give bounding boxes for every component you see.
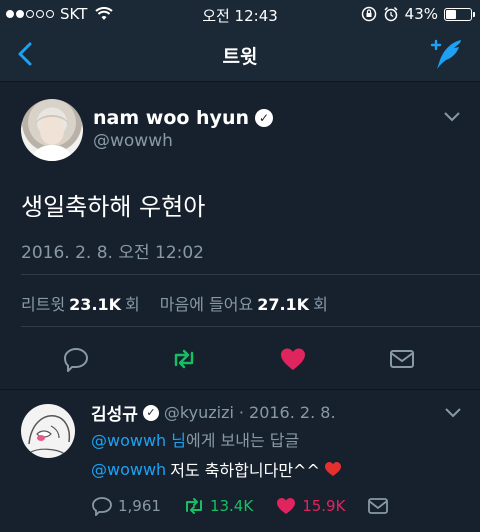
retweet-icon[interactable] [170, 345, 198, 373]
like-count[interactable]: 27.1K [257, 295, 309, 314]
status-right: 43% [361, 5, 475, 23]
tweet-stats: 리트윗 23.1K 회 마음에 들어요 27.1K 회 [21, 291, 328, 315]
avatar[interactable] [21, 99, 83, 161]
message-action[interactable] [367, 496, 389, 516]
reply-tweet[interactable]: 김성규 ✓ @kyuzizi · 2016. 2. 8. @wowwh 님에게 … [0, 390, 480, 532]
compose-tweet-icon[interactable] [428, 36, 464, 72]
chevron-down-icon[interactable] [444, 406, 462, 418]
reply-to-name-suffix: 님 [171, 431, 187, 450]
divider [21, 274, 480, 275]
reply-actions: 1,961 13.4K 15.9K [91, 495, 411, 517]
tweet-text: 생일축하해 우현아 [21, 193, 206, 221]
reply-date: 2016. 2. 8. [249, 403, 336, 422]
battery-percent: 43% [404, 5, 438, 23]
direct-message-icon[interactable] [367, 496, 389, 516]
reply-to-handle[interactable]: @wowwh [91, 431, 166, 450]
chevron-down-icon[interactable] [442, 109, 462, 123]
reply-icon[interactable] [62, 345, 90, 373]
reply-author-handle[interactable]: @kyuzizi [164, 403, 234, 422]
retweet-label[interactable]: 리트윗 [21, 291, 65, 315]
like-heart-icon[interactable] [279, 345, 307, 373]
author-name[interactable]: nam woo hyun [93, 107, 249, 129]
alarm-icon [384, 6, 398, 22]
main-tweet: nam woo hyun ✓ @wowwh 생일축하해 우현아 2016. 2.… [0, 83, 480, 389]
tweet-actions [0, 345, 480, 373]
navigation-bar: 트윗 [0, 28, 480, 82]
author-name-row: nam woo hyun ✓ [93, 107, 273, 129]
reply-count: 1,961 [118, 497, 161, 515]
reply-author-name[interactable]: 김성규 [91, 400, 138, 425]
verified-badge-icon: ✓ [142, 404, 159, 421]
divider [21, 326, 480, 327]
retweet-icon[interactable] [183, 496, 205, 516]
reply-icon[interactable] [91, 496, 113, 516]
rotation-lock-icon [361, 6, 376, 22]
like-action[interactable]: 15.9K [275, 496, 345, 516]
retweet-count-suffix: 회 [125, 295, 140, 314]
like-count: 15.9K [302, 497, 346, 515]
status-bar: SKT 오전 12:43 43% [0, 0, 480, 28]
like-count-suffix: 회 [313, 295, 328, 314]
profile-photo-icon [31, 115, 73, 161]
retweet-action[interactable]: 13.4K [183, 496, 253, 516]
verified-badge-icon: ✓ [255, 109, 273, 127]
mention-link[interactable]: @wowwh [91, 460, 166, 479]
like-heart-icon[interactable] [275, 496, 297, 516]
avatar[interactable] [21, 404, 75, 458]
meta-separator: · [238, 403, 245, 422]
illustrated-avatar-icon [28, 415, 71, 455]
reply-header: 김성규 ✓ @kyuzizi · 2016. 2. 8. [91, 400, 336, 425]
battery-icon [444, 7, 475, 21]
retweet-count[interactable]: 23.1K [69, 295, 121, 314]
tweet-timestamp: 2016. 2. 8. 오전 12:02 [21, 243, 204, 263]
battery-level [446, 9, 457, 19]
reply-to-label: 에게 보내는 답글 [186, 431, 300, 450]
page-title: 트윗 [222, 46, 258, 68]
reply-text: 저도 축하합니다만^^ [170, 461, 320, 480]
reply-text-row: @wowwh 저도 축하합니다만^^ [91, 457, 342, 481]
author-handle[interactable]: @wowwh [93, 131, 173, 151]
direct-message-icon[interactable] [388, 345, 416, 373]
retweet-count: 13.4K [209, 497, 254, 515]
reply-action[interactable]: 1,961 [91, 496, 161, 516]
like-label[interactable]: 마음에 들어요 [160, 291, 253, 315]
reply-context: @wowwh 님에게 보내는 답글 [91, 427, 299, 451]
red-heart-emoji-icon [324, 462, 341, 476]
